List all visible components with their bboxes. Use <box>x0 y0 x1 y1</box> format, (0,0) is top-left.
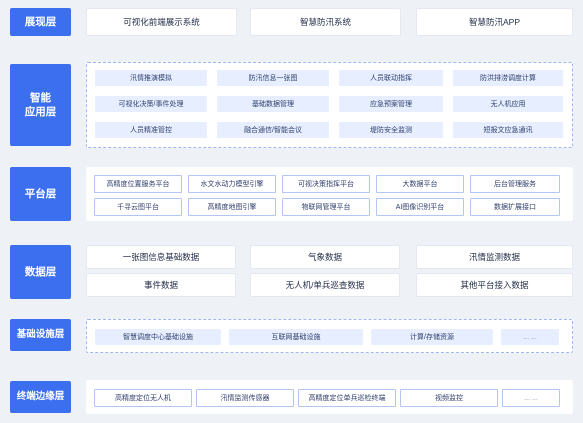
layer-item: 应急预案管理 <box>339 96 443 112</box>
layer-item: 计算/存储资源 <box>371 329 493 345</box>
layer-item: 高精度定位无人机 <box>94 389 192 407</box>
layer-panel: 高精度定位无人机 汛情监测传感器 高精度定位单兵巡检终端 视频监控 ... ..… <box>86 380 573 414</box>
layer-item: 智慧防汛APP <box>416 8 573 36</box>
smart-application-layer: 智能 应用层 汛情推演模拟 防汛信息一张图 人员联动指挥 防洪排涝调度计算 可视… <box>0 58 583 153</box>
layer-item: ... ... <box>502 389 560 407</box>
layer-item: 堤防安全监测 <box>339 122 443 138</box>
layer-label-line: 智能 <box>30 91 51 104</box>
data-layer: 数据层 一张图信息基础数据 气象数据 汛情监测数据 事件数据 无人机/单兵巡查数… <box>0 240 583 300</box>
layer-item: 互联网基础设施 <box>229 329 363 345</box>
layer-label: 数据层 <box>10 245 71 299</box>
layer-item: 视频监控 <box>400 389 498 407</box>
layer-item: 千寻云图平台 <box>94 198 182 216</box>
layer-item: 人员精准管控 <box>95 122 207 138</box>
layer-label: 智能 应用层 <box>10 64 71 146</box>
layer-item: 高精度地图引擎 <box>188 198 276 216</box>
layer-item: 事件数据 <box>86 273 236 297</box>
layer-item: 可视化前端展示系统 <box>86 8 237 36</box>
layer-panel: 高精度位置服务平台 水文水动力模型引擎 可视决策指挥平台 大数据平台 后台管理服… <box>86 167 573 221</box>
layer-item: 数据扩展接口 <box>470 198 560 216</box>
edge-terminal-layer: 终端边缘层 高精度定位无人机 汛情监测传感器 高精度定位单兵巡检终端 视频监控 … <box>0 375 583 415</box>
layer-panel: 可视化前端展示系统 智慧防汛系统 智慧防汛APP <box>86 8 573 36</box>
layer-item: 大数据平台 <box>376 175 464 193</box>
layer-item: 高精度定位单兵巡检终端 <box>298 389 396 407</box>
layer-item: 可视决策指挥平台 <box>282 175 370 193</box>
layer-label: 基础设施层 <box>10 319 71 351</box>
layer-item: 汛情监测传感器 <box>196 389 294 407</box>
layer-item: 基础数据管理 <box>217 96 329 112</box>
layer-item: 物联网管理平台 <box>282 198 370 216</box>
layer-label: 终端边缘层 <box>10 381 71 413</box>
layer-item: 气象数据 <box>250 245 400 269</box>
layer-panel: 智慧调度中心基础设施 互联网基础设施 计算/存储资源 ... ... <box>86 319 573 353</box>
layer-item: 可视化决策/事件处理 <box>95 96 207 112</box>
layer-panel: 一张图信息基础数据 气象数据 汛情监测数据 事件数据 无人机/单兵巡查数据 其他… <box>86 243 573 299</box>
layer-item: 无人机/单兵巡查数据 <box>250 273 400 297</box>
layer-item: 水文水动力模型引擎 <box>188 175 276 193</box>
layer-item: 无人机应用 <box>453 96 563 112</box>
layer-item: 一张图信息基础数据 <box>86 245 236 269</box>
platform-layer: 平台层 高精度位置服务平台 水文水动力模型引擎 可视决策指挥平台 大数据平台 后… <box>0 163 583 223</box>
layer-item: AI图像识别平台 <box>376 198 464 216</box>
layer-item: 智慧调度中心基础设施 <box>95 329 221 345</box>
layer-item: 汛情推演模拟 <box>95 70 207 86</box>
layer-item: 短报文应急通讯 <box>453 122 563 138</box>
layer-item: 人员联动指挥 <box>339 70 443 86</box>
layer-item: 后台管理服务 <box>470 175 560 193</box>
presentation-layer: 展现层 可视化前端展示系统 智慧防汛系统 智慧防汛APP <box>0 0 583 38</box>
infrastructure-layer: 基础设施层 智慧调度中心基础设施 互联网基础设施 计算/存储资源 ... ... <box>0 315 583 355</box>
layer-item: 汛情监测数据 <box>416 245 573 269</box>
layer-item: 防汛信息一张图 <box>217 70 329 86</box>
layer-label: 展现层 <box>10 8 71 36</box>
layer-item: 高精度位置服务平台 <box>94 175 182 193</box>
layer-item: ... ... <box>501 329 559 345</box>
layer-item: 防洪排涝调度计算 <box>453 70 563 86</box>
layer-panel: 汛情推演模拟 防汛信息一张图 人员联动指挥 防洪排涝调度计算 可视化决策/事件处… <box>86 62 573 148</box>
layer-item: 融合通信/智能会议 <box>217 122 329 138</box>
layer-item: 智慧防汛系统 <box>250 8 401 36</box>
layer-label: 平台层 <box>10 167 71 221</box>
layer-label-line: 应用层 <box>24 106 57 118</box>
layer-item: 其他平台接入数据 <box>416 273 573 297</box>
